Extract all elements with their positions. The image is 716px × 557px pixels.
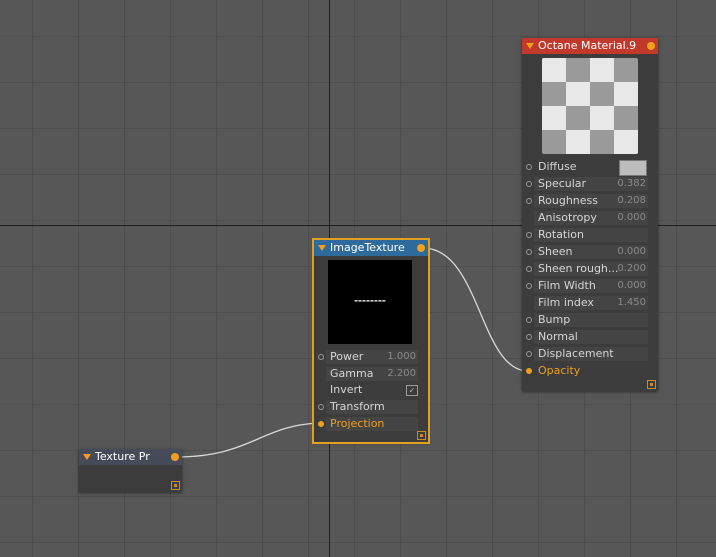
input-port-icon[interactable] xyxy=(526,351,532,357)
input-label: Opacity xyxy=(538,364,581,377)
input-port-icon[interactable] xyxy=(526,266,532,272)
input-port-icon[interactable] xyxy=(318,354,324,360)
input-port-icon[interactable] xyxy=(526,232,532,238)
input-label: Film Width xyxy=(538,279,596,292)
input-anisotropy[interactable]: Anisotropy 0.000 xyxy=(522,210,658,226)
image-texture-node-header[interactable]: ImageTexture xyxy=(314,240,428,256)
input-port-icon[interactable] xyxy=(526,181,532,187)
input-port-icon[interactable] xyxy=(318,404,324,410)
input-value[interactable]: 0.382 xyxy=(617,176,646,192)
input-port-icon[interactable] xyxy=(526,317,532,323)
input-label: Bump xyxy=(538,313,571,326)
input-film-index[interactable]: Film index 1.450 xyxy=(522,295,658,311)
input-displacement[interactable]: Displacement xyxy=(522,346,658,362)
input-specular[interactable]: Specular 0.382 xyxy=(522,176,658,192)
input-rotation[interactable]: Rotation xyxy=(522,227,658,243)
input-label: Gamma xyxy=(330,367,374,380)
input-label: Sheen xyxy=(538,245,573,258)
collapse-triangle-icon[interactable] xyxy=(83,454,91,460)
input-label: Transform xyxy=(330,400,385,413)
material-node-title: Octane Material.9 xyxy=(538,39,637,52)
image-texture-output-port[interactable] xyxy=(417,244,425,252)
input-transform[interactable]: Transform xyxy=(314,399,428,415)
material-output-port[interactable] xyxy=(647,42,655,50)
invert-checkbox[interactable]: ✓ xyxy=(406,385,418,396)
input-label: Power xyxy=(330,350,364,363)
resize-handle-icon[interactable] xyxy=(647,380,656,389)
input-value[interactable]: 0.200 xyxy=(617,261,646,277)
input-power[interactable]: Power 1.000 xyxy=(314,349,428,365)
input-value[interactable]: 0.000 xyxy=(617,244,646,260)
diffuse-color-swatch[interactable] xyxy=(619,160,647,176)
texture-preview-image: ▬▬▬▬▬▬▬▬ xyxy=(328,260,412,344)
octane-material-node[interactable]: Octane Material.9 Diffuse Specular 0.382… xyxy=(522,38,658,391)
input-film-width[interactable]: Film Width 0.000 xyxy=(522,278,658,294)
image-texture-node[interactable]: ImageTexture ▬▬▬▬▬▬▬▬ Power 1.000 Gamma … xyxy=(312,238,430,444)
input-port-icon[interactable] xyxy=(526,283,532,289)
input-label: Anisotropy xyxy=(538,211,597,224)
input-port-icon[interactable] xyxy=(526,334,532,340)
input-bump[interactable]: Bump xyxy=(522,312,658,328)
texture-projection-node[interactable]: Texture Pr xyxy=(79,449,182,492)
input-label: Sheen rough... xyxy=(538,262,619,275)
input-label: Diffuse xyxy=(538,160,577,173)
input-port-connected-icon[interactable] xyxy=(318,421,324,427)
projection-output-port[interactable] xyxy=(171,453,179,461)
input-label: Film index xyxy=(538,296,594,309)
input-sheen[interactable]: Sheen 0.000 xyxy=(522,244,658,260)
input-value[interactable]: 0.000 xyxy=(617,278,646,294)
input-gamma[interactable]: Gamma 2.200 xyxy=(314,366,428,382)
input-label: Roughness xyxy=(538,194,599,207)
input-value[interactable]: 2.200 xyxy=(387,366,416,382)
input-label: Invert xyxy=(330,383,363,396)
input-diffuse[interactable]: Diffuse xyxy=(522,159,658,176)
input-label: Projection xyxy=(330,417,385,430)
input-port-icon[interactable] xyxy=(526,198,532,204)
input-value[interactable]: 0.208 xyxy=(617,193,646,209)
material-node-header[interactable]: Octane Material.9 xyxy=(522,38,658,54)
input-port-icon[interactable] xyxy=(526,249,532,255)
input-normal[interactable]: Normal xyxy=(522,329,658,345)
resize-handle-icon[interactable] xyxy=(171,481,180,490)
input-value[interactable]: 0.000 xyxy=(617,210,646,226)
input-value[interactable]: 1.450 xyxy=(617,295,646,311)
input-label: Normal xyxy=(538,330,578,343)
input-port-connected-icon[interactable] xyxy=(526,368,532,374)
input-label: Displacement xyxy=(538,347,614,360)
projection-node-title: Texture Pr xyxy=(95,450,150,463)
collapse-triangle-icon[interactable] xyxy=(318,245,326,251)
node-editor-canvas[interactable]: Octane Material.9 Diffuse Specular 0.382… xyxy=(0,0,716,557)
input-label: Rotation xyxy=(538,228,585,241)
input-projection[interactable]: Projection xyxy=(314,416,428,432)
wire-projection-to-imagetexture xyxy=(175,422,319,458)
input-opacity[interactable]: Opacity xyxy=(522,363,658,379)
material-preview-image xyxy=(542,58,638,154)
input-value[interactable]: 1.000 xyxy=(387,349,416,365)
input-invert[interactable]: Invert ✓ xyxy=(314,382,428,398)
input-sheen-roughness[interactable]: Sheen rough... 0.200 xyxy=(522,261,658,277)
resize-handle-icon[interactable] xyxy=(417,431,426,440)
projection-node-header[interactable]: Texture Pr xyxy=(79,449,182,465)
image-texture-node-title: ImageTexture xyxy=(330,241,405,254)
input-label: Specular xyxy=(538,177,587,190)
texture-preview-text: ▬▬▬▬▬▬▬▬ xyxy=(354,298,386,303)
input-port-icon[interactable] xyxy=(526,164,532,170)
input-roughness[interactable]: Roughness 0.208 xyxy=(522,193,658,209)
collapse-triangle-icon[interactable] xyxy=(526,43,534,49)
wire-imagetexture-to-opacity xyxy=(422,247,529,372)
